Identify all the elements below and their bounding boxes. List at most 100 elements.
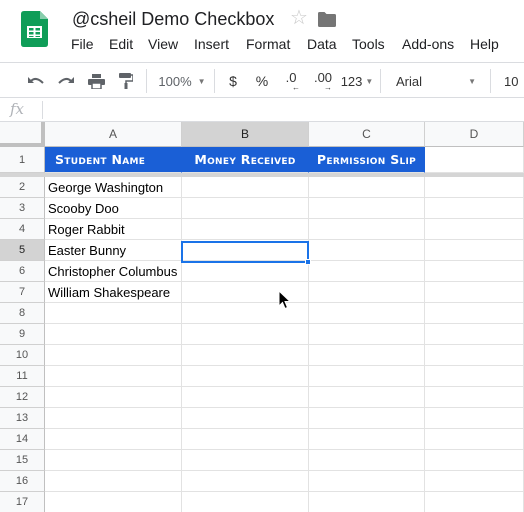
grid-cell[interactable]: [182, 177, 309, 198]
grid-cell[interactable]: [309, 471, 425, 492]
row-header-12[interactable]: 12: [0, 387, 45, 408]
grid-cell[interactable]: [309, 303, 425, 324]
grid-cell[interactable]: [425, 450, 524, 471]
fill-handle[interactable]: [305, 259, 311, 265]
row-header-17[interactable]: 17: [0, 492, 45, 512]
column-header-d[interactable]: D: [425, 122, 524, 147]
undo-button[interactable]: [24, 63, 48, 99]
grid-cell[interactable]: [425, 492, 524, 512]
grid-cell[interactable]: [309, 429, 425, 450]
header-cell-money-received[interactable]: Money Received: [182, 147, 309, 173]
percent-format-button[interactable]: %: [251, 63, 273, 99]
grid-cell[interactable]: [309, 408, 425, 429]
grid-cell[interactable]: [182, 429, 309, 450]
row-header-13[interactable]: 13: [0, 408, 45, 429]
student-name-cell[interactable]: Scooby Doo: [45, 198, 182, 219]
grid-cell[interactable]: [425, 198, 524, 219]
grid-cell[interactable]: [45, 408, 182, 429]
grid-cell[interactable]: [425, 303, 524, 324]
column-header-c[interactable]: C: [309, 122, 425, 147]
grid-cell[interactable]: [45, 387, 182, 408]
grid-cell[interactable]: [309, 366, 425, 387]
row-header-4[interactable]: 4: [0, 219, 45, 240]
grid-cell[interactable]: [309, 261, 425, 282]
zoom-select[interactable]: 100% ▼: [154, 63, 210, 99]
grid-cell[interactable]: [45, 450, 182, 471]
grid-cell[interactable]: [309, 324, 425, 345]
grid-cell[interactable]: [309, 492, 425, 512]
grid-cell[interactable]: [45, 303, 182, 324]
grid-cell[interactable]: [182, 387, 309, 408]
grid-cell[interactable]: [45, 324, 182, 345]
font-family-select[interactable]: Arial ▼: [388, 63, 484, 99]
header-cell-student-name[interactable]: Student Name: [45, 147, 182, 173]
menu-tools[interactable]: Tools: [352, 36, 385, 52]
row-header-11[interactable]: 11: [0, 366, 45, 387]
grid-cell[interactable]: [425, 177, 524, 198]
folder-icon[interactable]: [318, 12, 336, 27]
document-title[interactable]: @csheil Demo Checkbox: [72, 9, 274, 30]
row-header-6[interactable]: 6: [0, 261, 45, 282]
increase-decimal-button[interactable]: .00 →: [309, 63, 337, 99]
grid-cell[interactable]: [182, 492, 309, 512]
student-name-cell[interactable]: William Shakespeare: [45, 282, 182, 303]
grid-cell[interactable]: [309, 345, 425, 366]
menu-addons[interactable]: Add-ons: [402, 36, 454, 52]
currency-format-button[interactable]: $: [222, 63, 244, 99]
grid-cell[interactable]: [309, 387, 425, 408]
paint-format-button[interactable]: [114, 63, 138, 99]
row-header-3[interactable]: 3: [0, 198, 45, 219]
grid-cell[interactable]: [45, 471, 182, 492]
grid-cell[interactable]: [425, 345, 524, 366]
menu-edit[interactable]: Edit: [109, 36, 133, 52]
grid-cell[interactable]: [309, 240, 425, 261]
select-all-corner[interactable]: [0, 122, 45, 147]
formula-input[interactable]: [46, 98, 524, 122]
row-header-1[interactable]: 1: [0, 147, 45, 173]
grid-cell[interactable]: [45, 429, 182, 450]
font-size-select[interactable]: 10: [498, 63, 524, 99]
print-button[interactable]: [84, 63, 108, 99]
grid-cell[interactable]: [182, 471, 309, 492]
grid-cell[interactable]: [425, 387, 524, 408]
column-header-b[interactable]: B: [182, 122, 309, 147]
grid-cell[interactable]: [425, 240, 524, 261]
redo-button[interactable]: [54, 63, 78, 99]
grid-cell[interactable]: [182, 240, 309, 261]
grid-cell[interactable]: [182, 408, 309, 429]
menu-data[interactable]: Data: [307, 36, 337, 52]
grid-cell[interactable]: [182, 345, 309, 366]
menu-file[interactable]: File: [71, 36, 94, 52]
student-name-cell[interactable]: Christopher Columbus: [45, 261, 182, 282]
sheets-logo-icon[interactable]: [21, 11, 48, 47]
grid-cell[interactable]: [425, 282, 524, 303]
grid-cell[interactable]: [182, 324, 309, 345]
student-name-cell[interactable]: Roger Rabbit: [45, 219, 182, 240]
grid-cell[interactable]: [182, 366, 309, 387]
student-name-cell[interactable]: Easter Bunny: [45, 240, 182, 261]
menu-format[interactable]: Format: [246, 36, 290, 52]
grid-cell[interactable]: [309, 177, 425, 198]
grid-cell[interactable]: [182, 219, 309, 240]
header-cell-permission-slip[interactable]: Permission Slip: [309, 147, 425, 173]
row-header-5[interactable]: 5: [0, 240, 45, 261]
grid-cell[interactable]: [309, 450, 425, 471]
menu-view[interactable]: View: [148, 36, 178, 52]
grid-cell[interactable]: [425, 261, 524, 282]
column-header-a[interactable]: A: [45, 122, 182, 147]
grid-cell[interactable]: [45, 345, 182, 366]
more-formats-button[interactable]: 123 ▼: [339, 63, 375, 99]
grid-cell[interactable]: [182, 261, 309, 282]
row-header-16[interactable]: 16: [0, 471, 45, 492]
grid-cell[interactable]: [45, 492, 182, 512]
grid-cell[interactable]: [425, 219, 524, 240]
grid-cell[interactable]: [45, 366, 182, 387]
star-icon[interactable]: ☆: [290, 8, 308, 28]
row-header-8[interactable]: 8: [0, 303, 45, 324]
student-name-cell[interactable]: George Washington: [45, 177, 182, 198]
grid-cell[interactable]: [309, 219, 425, 240]
row-header-7[interactable]: 7: [0, 282, 45, 303]
row-header-2[interactable]: 2: [0, 177, 45, 198]
decrease-decimal-button[interactable]: .0 ←: [279, 63, 303, 99]
menu-help[interactable]: Help: [470, 36, 499, 52]
